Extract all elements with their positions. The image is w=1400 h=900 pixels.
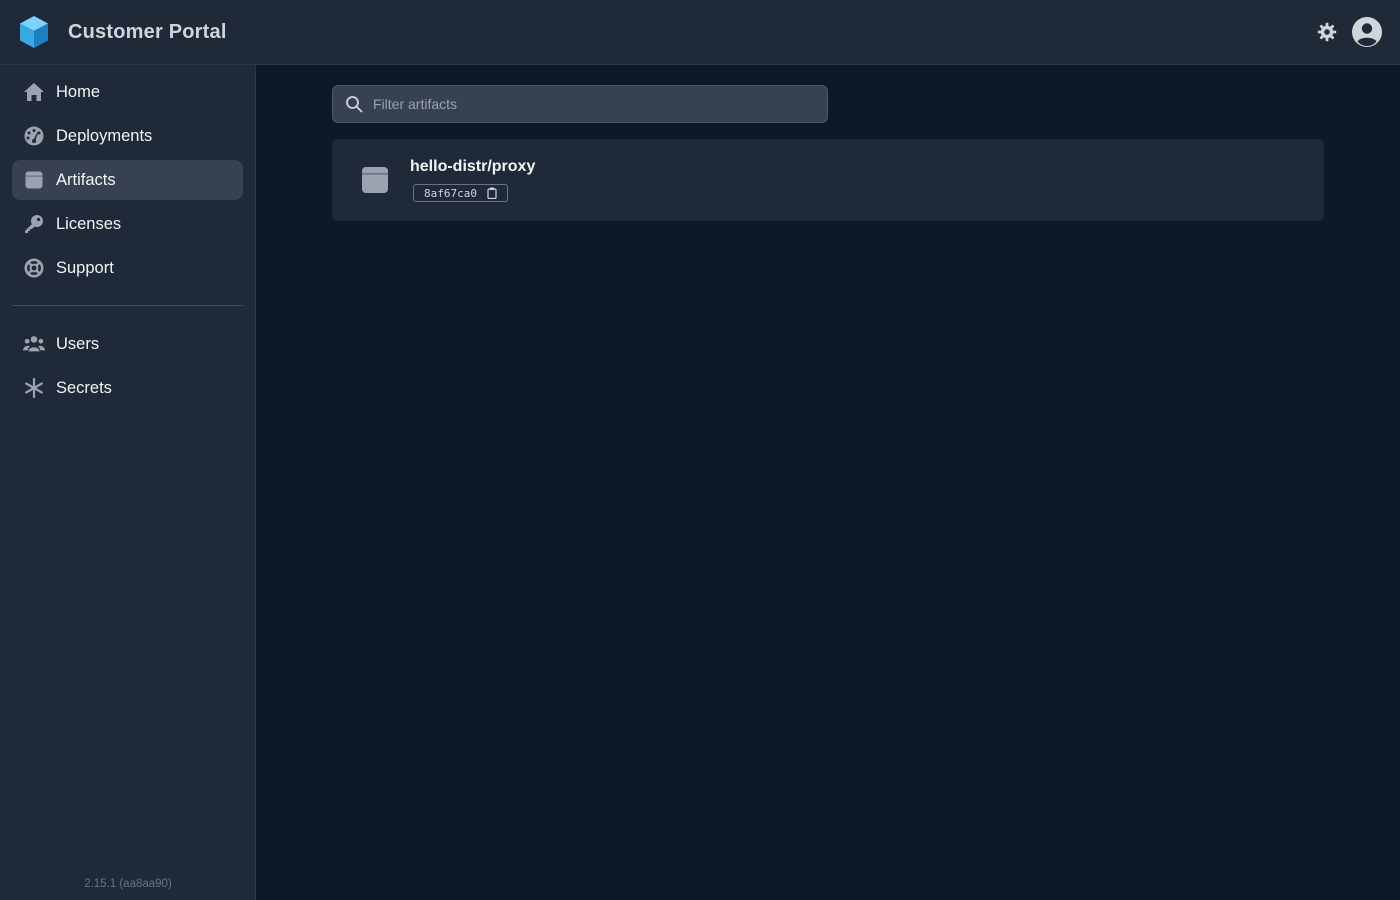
sidebar-item-secrets[interactable]: Secrets	[12, 368, 243, 408]
sidebar-item-label: Support	[56, 258, 114, 277]
lifebuoy-icon	[23, 257, 45, 279]
sidebar-item-licenses[interactable]: Licenses	[12, 204, 243, 244]
gear-icon	[1317, 22, 1337, 42]
sidebar-item-deployments[interactable]: Deployments	[12, 116, 243, 156]
key-icon	[23, 213, 45, 235]
sidebar: Home Deployments Artifacts Licenses Supp…	[0, 65, 256, 900]
account-button[interactable]	[1352, 17, 1382, 47]
sidebar-item-label: Artifacts	[56, 170, 116, 189]
home-icon	[23, 81, 45, 103]
sidebar-item-support[interactable]: Support	[12, 248, 243, 288]
sidebar-item-users[interactable]: Users	[12, 324, 243, 364]
main-content: hello-distr/proxy 8af67ca0	[256, 65, 1400, 900]
sidebar-item-label: Deployments	[56, 126, 153, 145]
sidebar-item-label: Licenses	[56, 214, 122, 233]
sidebar-item-label: Home	[56, 82, 101, 101]
app-title: Customer Portal	[68, 20, 227, 43]
users-icon	[23, 333, 45, 355]
archive-box-icon	[360, 165, 390, 195]
artifact-digest-badge[interactable]: 8af67ca0	[413, 184, 508, 202]
search-box[interactable]	[332, 85, 828, 123]
sidebar-item-label: Secrets	[56, 378, 112, 397]
asterisk-icon	[23, 377, 45, 399]
cube-logo-icon	[20, 16, 48, 48]
clipboard-icon[interactable]	[487, 187, 497, 199]
sidebar-divider	[12, 305, 243, 306]
artifact-digest: 8af67ca0	[424, 186, 477, 200]
brand[interactable]: Customer Portal	[18, 15, 227, 49]
archive-box-icon	[23, 169, 45, 191]
top-bar: Customer Portal	[0, 0, 1400, 65]
theme-toggle-button[interactable]	[1316, 21, 1338, 43]
app-version: 2.15.1 (aa8aa90)	[84, 878, 172, 890]
search-icon	[346, 96, 363, 113]
sidebar-nav: Home Deployments Artifacts Licenses Supp…	[0, 65, 255, 288]
dashboard-icon	[23, 125, 45, 147]
artifact-card[interactable]: hello-distr/proxy 8af67ca0	[332, 139, 1324, 221]
user-circle-icon	[1352, 17, 1382, 47]
search-input[interactable]	[373, 96, 803, 112]
sidebar-item-artifacts[interactable]: Artifacts	[12, 160, 243, 200]
sidebar-item-label: Users	[56, 334, 100, 353]
sidebar-admin-nav: Users Secrets	[0, 324, 255, 408]
sidebar-item-home[interactable]: Home	[12, 72, 243, 112]
artifact-name[interactable]: hello-distr/proxy	[410, 158, 535, 176]
